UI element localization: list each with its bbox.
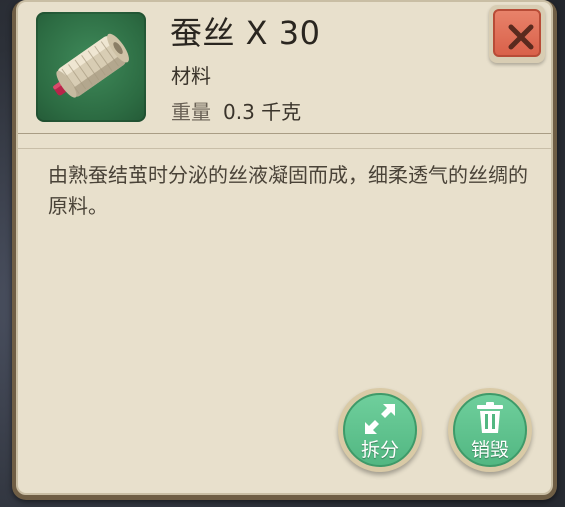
split-button-label: 拆分 [360,439,399,461]
item-description: 由熟蚕结茧时分泌的丝液凝固而成，细柔透气的丝绸的原料。 [48,163,528,218]
silk-spool-icon [36,12,146,122]
weight-row: 重量 0.3 千克 [171,96,301,125]
weight-label: 重量 [171,100,211,124]
expand-arrows-icon [365,404,395,434]
close-button-face[interactable] [493,9,541,57]
close-icon [508,24,534,50]
header-divider [18,133,551,134]
item-detail-panel-body: 蚕丝 X 30 材料 重量 0.3 千克 由熟蚕结茧时分泌的丝液凝固而成，细柔透… [16,0,553,495]
item-header: 蚕丝 X 30 材料 重量 0.3 千克 [18,2,551,134]
item-name: 蚕丝 X 30 [170,14,321,52]
item-type: 材料 [171,64,211,88]
header-divider-secondary [18,148,551,149]
item-detail-panel: 蚕丝 X 30 材料 重量 0.3 千克 由熟蚕结茧时分泌的丝液凝固而成，细柔透… [12,0,557,500]
trash-icon [477,402,503,433]
weight-value: 0.3 千克 [223,100,302,124]
destroy-button[interactable]: 销毁 [448,388,532,472]
split-button[interactable]: 拆分 [338,388,422,472]
game-scene: 蚕丝 X 30 材料 重量 0.3 千克 由熟蚕结茧时分泌的丝液凝固而成，细柔透… [0,0,565,507]
close-button[interactable] [489,5,545,63]
destroy-button-label: 销毁 [470,439,509,461]
